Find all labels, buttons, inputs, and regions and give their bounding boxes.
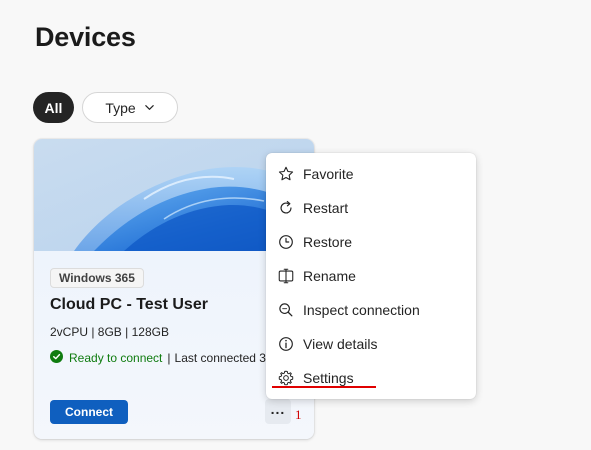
connect-button[interactable]: Connect [50,400,128,424]
menu-item-label: View details [303,336,378,352]
menu-item-label: Favorite [303,166,354,182]
star-icon [277,165,295,183]
info-icon [277,335,295,353]
rename-icon [277,267,295,285]
context-menu: Favorite Restart Restore Rename Inspect … [266,153,476,399]
device-specs: 2vCPU | 8GB | 128GB [50,325,169,339]
menu-item-label: Restart [303,200,349,216]
menu-item-restart[interactable]: Restart [266,191,476,225]
menu-item-label: Settings [303,370,354,386]
menu-item-rename[interactable]: Rename [266,259,476,293]
menu-item-label: Rename [303,268,356,284]
connect-label: Connect [65,405,113,419]
gear-icon [277,369,295,387]
menu-item-view-details[interactable]: View details [266,327,476,361]
settings-underline-annotation [272,386,376,388]
clock-icon [277,233,295,251]
menu-item-settings[interactable]: Settings [266,361,476,395]
check-circle-icon [50,350,63,366]
status-text: Ready to connect [69,351,163,365]
chevron-down-icon [144,100,155,116]
filter-all-button[interactable]: All [33,92,74,123]
more-options-label: ... [270,400,286,417]
restart-icon [277,199,295,217]
menu-item-restore[interactable]: Restore [266,225,476,259]
menu-item-label: Inspect connection [303,302,420,318]
menu-item-label: Restore [303,234,353,250]
filter-type-label: Type [105,99,136,116]
search-icon [277,301,295,319]
last-connected-text: Last connected 39 [174,351,273,365]
filter-type-dropdown[interactable]: Type [82,92,178,123]
more-options-button[interactable]: ... [265,399,291,424]
annotation-number: 1 [295,407,302,422]
windows-365-badge: Windows 365 [50,268,144,288]
device-name: Cloud PC - Test User [50,296,208,313]
menu-item-favorite[interactable]: Favorite [266,157,476,191]
status-separator: | [167,351,171,365]
page-title: Devices [35,22,136,52]
filter-all-label: All [44,99,63,116]
menu-item-inspect-connection[interactable]: Inspect connection [266,293,476,327]
